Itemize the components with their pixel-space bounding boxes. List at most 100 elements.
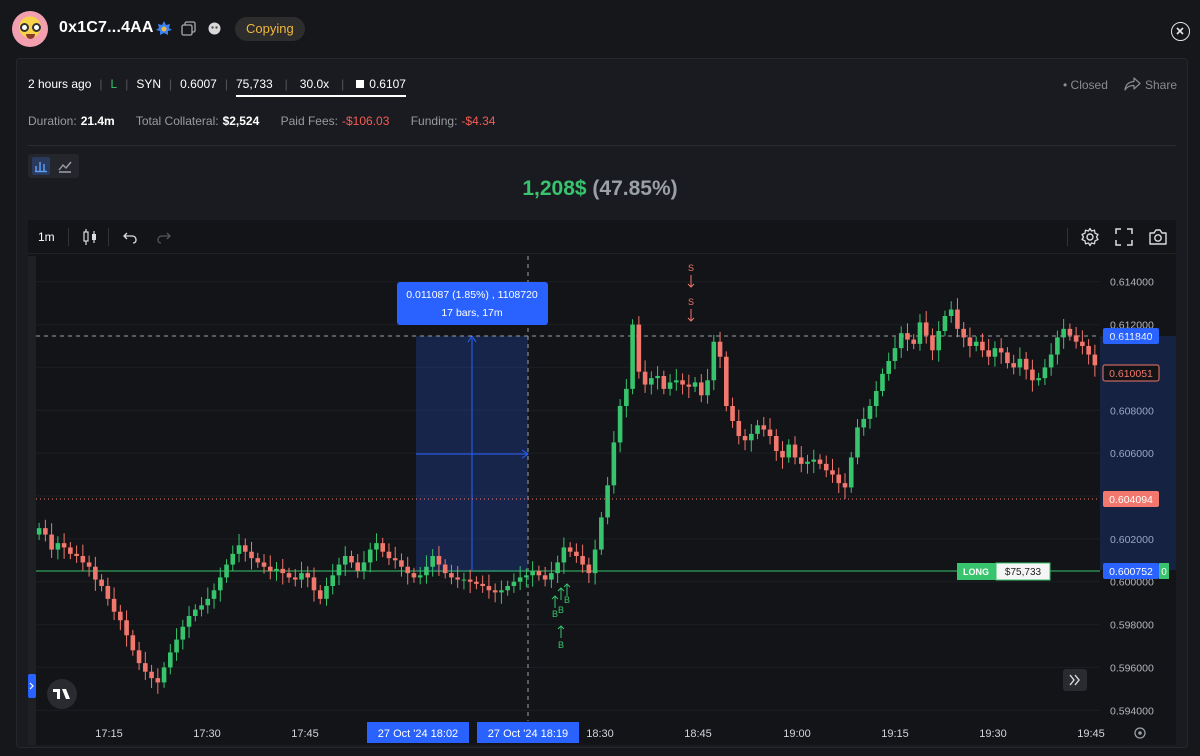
candle-body (674, 380, 679, 383)
candle-body (636, 324, 642, 372)
candle-body (617, 406, 623, 443)
candle-body (311, 577, 317, 591)
candle-body (505, 586, 510, 591)
liquidation-price-label: 0.604094 (1109, 494, 1153, 506)
candle-body (848, 457, 854, 488)
candle-body (717, 341, 723, 357)
candle-body (786, 444, 792, 458)
candle-body (655, 376, 660, 379)
scroll-to-realtime-button[interactable] (1063, 669, 1087, 691)
y-tick-label: 0.596000 (1110, 662, 1154, 674)
candle-body (436, 556, 442, 565)
candle-body (1011, 363, 1016, 368)
candle-body (880, 373, 885, 391)
candle-body (555, 562, 560, 574)
candle-body (886, 361, 892, 374)
candle-body (805, 461, 810, 464)
candle-body (1023, 358, 1029, 370)
candle-body (174, 639, 179, 653)
candle-body (511, 581, 517, 586)
candle-body (855, 427, 860, 458)
candle-body (99, 579, 104, 586)
candle-body (536, 571, 542, 576)
x-tick-label: 19:45 (1077, 728, 1105, 740)
candle-body (180, 626, 186, 640)
candle-body (68, 547, 73, 554)
candle-body (136, 650, 142, 664)
candle-body (580, 556, 585, 565)
candle-body (149, 671, 154, 679)
candle-body (299, 573, 304, 580)
x-tick-label: 17:30 (193, 728, 221, 740)
sell-arrow-icon (687, 275, 695, 288)
candle-body (330, 575, 336, 586)
candle-body (36, 528, 42, 535)
candle-body (455, 577, 460, 580)
candle-body (242, 545, 248, 552)
candle-body (867, 406, 873, 419)
candle-body (361, 562, 367, 571)
candle-body (898, 333, 904, 349)
candle-body (324, 586, 329, 599)
candle-body (842, 483, 848, 488)
candle-body (586, 564, 592, 574)
candle-body (542, 575, 548, 580)
candle-body (1048, 354, 1054, 368)
candle-body (280, 568, 286, 574)
candle-body (336, 564, 342, 576)
candle-body (161, 667, 167, 683)
candle-body (923, 322, 929, 336)
candle-body (205, 598, 211, 606)
candle-body (699, 382, 704, 396)
candle-body (792, 444, 798, 458)
candle-body (230, 553, 236, 565)
candle-body (561, 547, 567, 563)
candle-body (773, 436, 779, 451)
candle-body (105, 586, 111, 599)
candle-body (524, 575, 529, 578)
candle-body (274, 568, 279, 571)
candle-body (474, 581, 479, 584)
candle-body (1017, 358, 1023, 368)
candle-body (961, 328, 966, 338)
sell-marker-label: S (688, 263, 694, 273)
sell-marker-label: S (688, 297, 694, 307)
axis-settings-icon-center (1138, 731, 1142, 735)
candle-body (61, 543, 67, 548)
candle-body (592, 549, 598, 574)
drawing-toolbar-toggle[interactable] (28, 674, 36, 698)
candle-body (467, 579, 473, 582)
candle-body (461, 579, 467, 581)
candle-body (430, 556, 435, 567)
candle-body (111, 598, 117, 612)
time-highlight-label: 27 Oct '24 18:02 (378, 728, 458, 740)
candle-body (736, 421, 742, 436)
candle-body (199, 605, 204, 610)
y-tick-label: 0.594000 (1110, 705, 1154, 717)
candle-body (193, 609, 198, 616)
candle-body (449, 573, 454, 578)
candle-body (93, 566, 98, 580)
x-tick-label: 19:30 (979, 728, 1007, 740)
candle-body (342, 556, 348, 565)
candle-body (905, 333, 910, 340)
candle-body (305, 573, 311, 578)
candle-body (748, 433, 754, 441)
y-tick-label: 0.614000 (1110, 277, 1154, 289)
candle-body (1055, 337, 1060, 355)
candlestick-chart[interactable]: B B B B S S 0.011087 (1.85%) , 1108720 1… (0, 0, 1200, 756)
buy-arrow-icon (557, 625, 565, 638)
candle-body (486, 586, 492, 591)
candle-body (517, 577, 523, 582)
candle-body (661, 376, 667, 389)
candle-body (549, 573, 554, 580)
tradingview-logo[interactable] (47, 679, 77, 709)
candle-body (442, 564, 448, 574)
time-highlight-label: 27 Oct '24 18:19 (488, 728, 568, 740)
candle-body (49, 534, 54, 550)
candle-body (649, 378, 654, 385)
candle-body (973, 341, 979, 346)
candle-body (355, 562, 361, 571)
entry-tag-suffix: 0 (1161, 567, 1167, 578)
long-tag-label: LONG (963, 567, 989, 577)
